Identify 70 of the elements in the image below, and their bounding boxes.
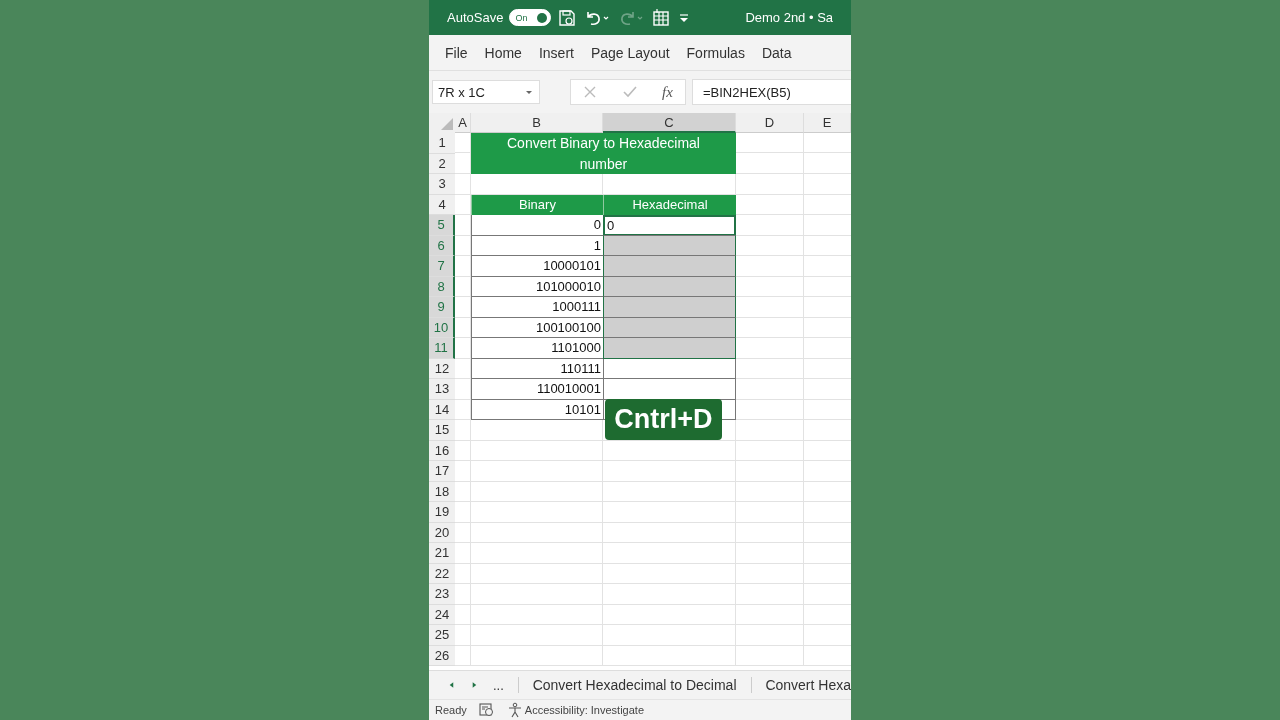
- ribbon-tab[interactable]: File: [437, 44, 477, 61]
- name-box[interactable]: 7R x 1C: [432, 80, 540, 104]
- accessibility-icon[interactable]: [506, 702, 523, 718]
- sheet-tab[interactable]: Convert Hexadecimal to Decimal: [532, 677, 737, 693]
- row-header[interactable]: 25: [429, 625, 455, 646]
- binary-cell: 1000111: [471, 297, 603, 318]
- insert-function-button[interactable]: fx: [661, 83, 673, 101]
- row-header[interactable]: 5: [429, 215, 455, 236]
- row-header[interactable]: 9: [429, 297, 455, 318]
- scroll-left-icon[interactable]: [447, 680, 456, 690]
- autosave-label: AutoSave: [447, 10, 504, 25]
- title-cell: Convert Binary to Hexadecimal number: [471, 133, 736, 174]
- column-heading-cell: Hexadecimal: [603, 194, 736, 215]
- binary-cell: 0: [471, 215, 603, 236]
- row-header[interactable]: 19: [429, 502, 455, 523]
- formula-field[interactable]: =BIN2HEX(B5): [692, 79, 851, 105]
- row-header[interactable]: 1: [429, 133, 455, 154]
- sheet-tab[interactable]: Convert Hexa: [765, 677, 851, 693]
- binary-cell: 10000101: [471, 256, 603, 277]
- row-header[interactable]: 4: [429, 194, 455, 215]
- hex-cell: 0: [603, 215, 736, 236]
- row-header[interactable]: 6: [429, 235, 455, 256]
- column-heading-cell: Binary: [471, 194, 603, 215]
- form-icon[interactable]: [651, 7, 672, 28]
- binary-cell: 110010001: [471, 379, 603, 400]
- row-header[interactable]: 23: [429, 584, 455, 605]
- row-header[interactable]: 22: [429, 563, 455, 584]
- binary-cell: 110111: [471, 358, 603, 379]
- binary-cell: 1101000: [471, 338, 603, 359]
- dropdown-caret-icon: [525, 88, 533, 96]
- binary-cell: 1: [471, 235, 603, 256]
- ribbon-tab[interactable]: Data: [753, 44, 801, 61]
- accessibility-status[interactable]: Accessibility: Investigate: [524, 704, 644, 716]
- workbook-stats-icon[interactable]: [478, 703, 495, 717]
- row-header[interactable]: 11: [429, 338, 455, 359]
- ribbon-tab[interactable]: Formulas: [678, 44, 754, 61]
- row-header[interactable]: 2: [429, 153, 455, 174]
- row-header[interactable]: 7: [429, 256, 455, 277]
- binary-cell: 101000010: [471, 276, 603, 297]
- row-header[interactable]: 20: [429, 522, 455, 543]
- row-header[interactable]: 12: [429, 358, 455, 379]
- binary-cell: 100100100: [471, 317, 603, 338]
- column-header[interactable]: C: [603, 113, 736, 133]
- autosave-toggle[interactable]: On: [509, 9, 552, 26]
- document-title: Demo 2nd • Sa: [745, 10, 834, 25]
- row-header[interactable]: 24: [429, 604, 455, 625]
- enter-check-icon[interactable]: [621, 85, 638, 99]
- shortcut-caption: Cntrl+D: [605, 399, 722, 440]
- ribbon-tab[interactable]: Insert: [530, 44, 583, 61]
- column-header[interactable]: E: [804, 113, 851, 133]
- row-header[interactable]: 16: [429, 440, 455, 461]
- column-header[interactable]: A: [455, 113, 471, 133]
- row-header[interactable]: 15: [429, 420, 455, 441]
- row-header[interactable]: 3: [429, 174, 455, 195]
- row-header[interactable]: 8: [429, 276, 455, 297]
- binary-cell: 10101: [471, 399, 603, 420]
- row-header[interactable]: 26: [429, 645, 455, 666]
- ribbon-tab[interactable]: Page Layout: [582, 44, 679, 61]
- status-text: Ready: [435, 704, 467, 716]
- row-header[interactable]: 13: [429, 379, 455, 400]
- row-header[interactable]: 21: [429, 543, 455, 564]
- row-header[interactable]: 18: [429, 481, 455, 502]
- row-header[interactable]: 14: [429, 399, 455, 420]
- ribbon-tab[interactable]: Home: [476, 44, 531, 61]
- row-header[interactable]: 10: [429, 317, 455, 338]
- column-header[interactable]: B: [471, 113, 603, 133]
- more-sheets-button[interactable]: ...: [492, 677, 504, 693]
- row-header[interactable]: 17: [429, 461, 455, 482]
- save-icon[interactable]: [557, 7, 578, 28]
- column-header[interactable]: D: [736, 113, 804, 133]
